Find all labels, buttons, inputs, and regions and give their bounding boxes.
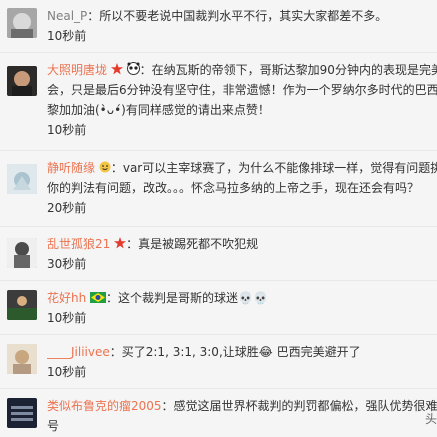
divider xyxy=(0,226,437,227)
comment-text: ：买了2:1, 3:1, 3:0,让球胜😂 巴西完美避开了 xyxy=(109,345,361,359)
comment-text: ：真是被踢死都不吹犯规 xyxy=(126,237,259,251)
comment-author[interactable]: Neal_P xyxy=(47,9,87,23)
divider xyxy=(0,280,437,281)
comment-text-line: 号 xyxy=(47,419,60,433)
comment-time: 10秒前 xyxy=(47,365,87,379)
comment-time: 10秒前 xyxy=(47,123,87,137)
avatar[interactable] xyxy=(7,398,37,428)
comment-author[interactable]: 乱世孤狼21 xyxy=(47,237,110,251)
comment-time: 10秒前 xyxy=(47,311,87,325)
avatar[interactable] xyxy=(7,238,37,268)
avatar[interactable] xyxy=(7,344,37,374)
panda-icon xyxy=(126,61,140,81)
comment-text-line: 你的判法有问题，改改。。。怀念马拉多纳的上帝之手，现在还会有吗？ xyxy=(47,181,420,195)
divider xyxy=(0,150,437,151)
red-star-icon xyxy=(114,235,127,255)
comment-time: 30秒前 xyxy=(47,257,87,271)
comment-feed: Neal_P：所以不要老说中国裁判水平不行，其实大家都差不多。 10秒前 大照明… xyxy=(0,0,437,437)
comment-text: ：这个裁判是哥斯的球迷💀💀 xyxy=(106,291,268,305)
avatar[interactable] xyxy=(7,290,37,320)
comment-author[interactable]: 静听随缘 xyxy=(47,161,95,175)
watermark: 头 xyxy=(424,412,437,426)
avatar[interactable] xyxy=(7,66,37,96)
comment-author[interactable]: 类似布鲁克的瘤2005 xyxy=(47,399,162,413)
divider xyxy=(0,52,437,53)
emoji-icon xyxy=(99,159,111,179)
comment-author[interactable]: 大照明唐垅 xyxy=(47,63,107,77)
avatar[interactable] xyxy=(7,164,37,194)
red-star-icon xyxy=(110,61,123,81)
comment-time: 20秒前 xyxy=(47,201,87,215)
comment-text-line: 会，只是最后6分钟没有坚守住，非常遗憾！作为一个罗纳尔多时代的巴西 xyxy=(47,83,437,97)
comment-time: 10秒前 xyxy=(47,29,87,43)
comment-text: ：感觉这届世界杯裁判的判罚都偏松，强队优势很难体 xyxy=(161,399,437,413)
comment-author[interactable]: ____Jiliivee xyxy=(47,345,110,359)
divider xyxy=(0,388,437,389)
comment-text: ：在纳瓦斯的帝领下，哥斯达黎加90分钟内的表现是完美 xyxy=(139,63,437,77)
divider xyxy=(0,334,437,335)
comment-text-line: 黎加加油(•̀ᴗ•́)有同样感觉的请出来点赞！ xyxy=(47,103,270,117)
comment-text: ：所以不要老说中国裁判水平不行，其实大家都差不多。 xyxy=(87,9,388,23)
brazil-flag-icon xyxy=(90,289,107,309)
comment-author[interactable]: 花好hh xyxy=(47,291,86,305)
avatar[interactable] xyxy=(7,8,37,38)
comment-text: ：var可以主宰球赛了，为什么不能像排球一样，觉得有问题挑战 xyxy=(110,161,437,175)
